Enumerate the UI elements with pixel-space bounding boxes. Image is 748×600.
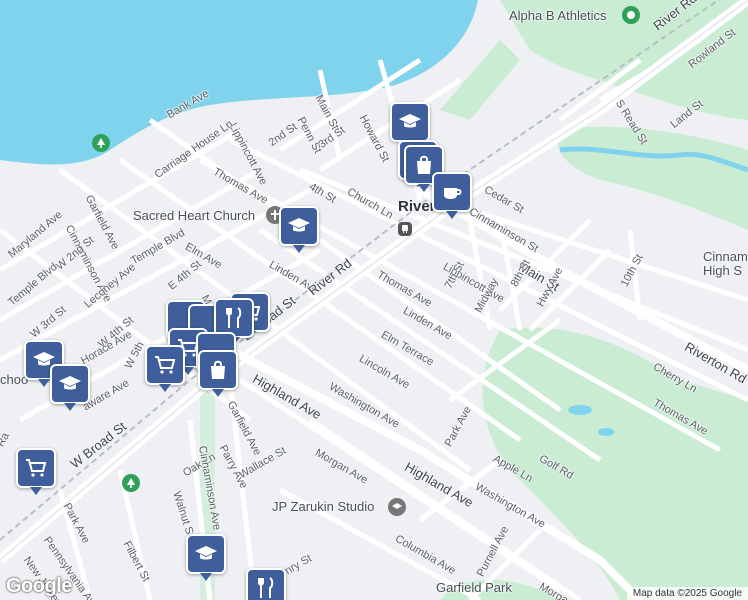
park-icon[interactable]	[122, 474, 140, 492]
poi-label-cinnaminson-high[interactable]: Cinnam High S	[703, 250, 748, 278]
map-attribution[interactable]: Map data ©2025 Google	[626, 587, 748, 600]
school-pin-sacred-heart[interactable]	[279, 206, 319, 253]
shopping-cart-icon	[155, 356, 176, 374]
restaurant-icon	[258, 577, 274, 598]
school-pin-south[interactable]	[186, 534, 226, 581]
school-icon	[195, 546, 217, 560]
grocery-pin-broad-3[interactable]	[145, 345, 185, 392]
school-pin-west-2[interactable]	[50, 364, 90, 411]
coffee-cup-icon	[444, 188, 462, 199]
school-icon	[399, 114, 421, 128]
shopping-pin-broad[interactable]	[198, 350, 238, 397]
studio-icon[interactable]	[388, 498, 406, 516]
poi-label-jp-zarukin[interactable]: JP Zarukin Studio	[272, 499, 374, 514]
grocery-pin-sw[interactable]	[16, 448, 56, 495]
shopping-cart-icon	[26, 459, 47, 477]
google-logo: Google	[6, 575, 72, 597]
park-icon[interactable]	[92, 134, 110, 152]
train-station-icon[interactable]	[398, 222, 412, 236]
sports-icon[interactable]	[622, 6, 640, 24]
shopping-bag-icon	[211, 360, 225, 379]
school-icon	[59, 376, 81, 390]
cafe-pin-riverton[interactable]	[432, 172, 472, 219]
restaurant-icon	[226, 307, 242, 328]
restaurant-pin-south[interactable]	[246, 568, 286, 600]
poi-label-sacred-heart[interactable]: Sacred Heart Church	[133, 208, 255, 223]
school-pin-howard[interactable]	[390, 102, 430, 149]
school-icon	[288, 218, 310, 232]
poi-label-garfield-park[interactable]: Garfield Park	[436, 580, 512, 595]
map-canvas[interactable]: Alpha B Athletics Sacred Heart Church Ri…	[0, 0, 748, 600]
poi-label-alpha-b[interactable]: Alpha B Athletics	[509, 8, 607, 23]
